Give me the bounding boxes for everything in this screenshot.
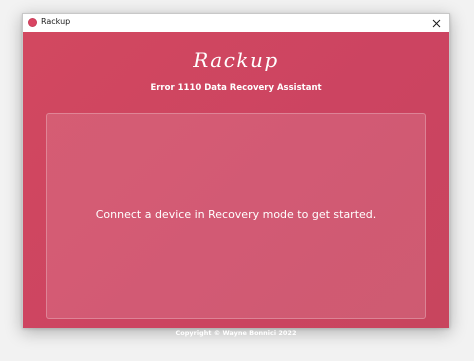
app-name-heading: Rackup bbox=[193, 48, 279, 72]
app-window: Rackup Rackup Error 1110 Data Recovery A… bbox=[22, 13, 450, 337]
window-title: Rackup bbox=[41, 17, 71, 26]
page-subtitle: Error 1110 Data Recovery Assistant bbox=[150, 83, 322, 93]
device-drop-panel: Connect a device in Recovery mode to get… bbox=[46, 113, 426, 319]
close-icon bbox=[432, 19, 440, 27]
close-button[interactable] bbox=[423, 14, 449, 32]
main-content: Rackup Error 1110 Data Recovery Assistan… bbox=[23, 32, 449, 337]
copyright-text: Copyright © Wayne Bonnici 2022 bbox=[175, 329, 297, 337]
title-bar[interactable]: Rackup bbox=[23, 14, 449, 32]
connect-device-message: Connect a device in Recovery mode to get… bbox=[95, 208, 377, 221]
rackup-logo-icon bbox=[28, 18, 37, 27]
